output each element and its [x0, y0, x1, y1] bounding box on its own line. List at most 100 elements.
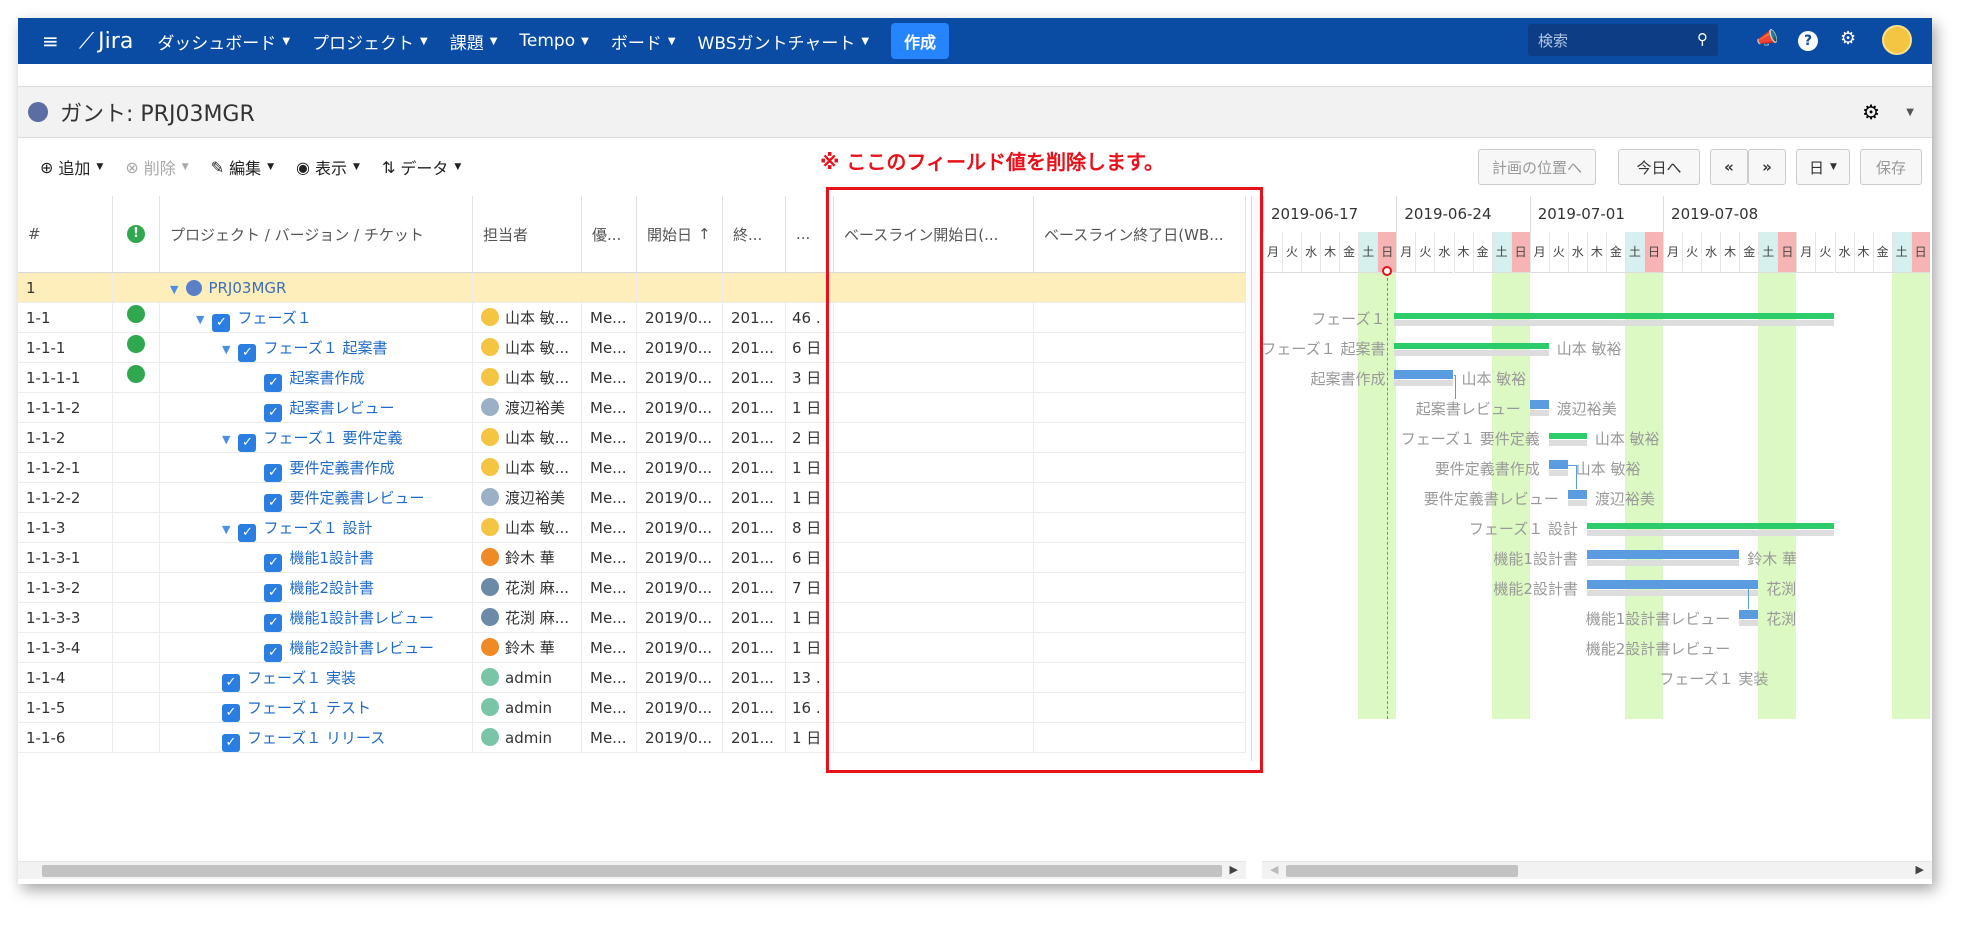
cell-baseline-end[interactable]	[1034, 723, 1246, 753]
cell-tree[interactable]: ▼✓要件定義書レビュー	[160, 483, 473, 513]
cell-tree[interactable]: ▼✓起案書レビュー	[160, 393, 473, 423]
notifications-icon[interactable]: 📣	[1756, 28, 1778, 49]
cell-baseline-start[interactable]	[834, 663, 1034, 693]
cell-baseline-start[interactable]	[834, 423, 1034, 453]
expand-toggle-icon[interactable]: ▼	[196, 305, 204, 333]
expand-toggle-icon[interactable]: ▼	[170, 275, 178, 303]
table-row[interactable]: 1-1-4 ✓ フェーズ１ 実装 admin Me... 2019/0... 201... 1…	[18, 663, 1246, 693]
table-row[interactable]: 1-1-2-1▼✓要件定義書作成山本 敏...Me...2019/0...201…	[18, 453, 1246, 483]
col-header-tree[interactable]: プロジェクト / バージョン / チケット	[160, 196, 473, 273]
page-settings-gear-icon[interactable]: ⚙	[1862, 100, 1880, 124]
table-row[interactable]: 1-1 ▼ ✓ フェーズ１ 山本 敏... Me... 2019/0... 201... 46 …	[18, 303, 1246, 333]
cell-tree[interactable]: ▼ ✓ フェーズ１ 要件定義	[160, 423, 473, 453]
task-checkbox[interactable]: ✓	[264, 554, 283, 572]
cell-baseline-end[interactable]	[1034, 393, 1246, 423]
table-row[interactable]: 1 ▼ PRJ03MGR	[18, 273, 1246, 303]
save-button[interactable]: 保存	[1860, 149, 1922, 185]
cell-baseline-start[interactable]	[834, 633, 1034, 663]
col-header-number[interactable]: #	[18, 196, 113, 273]
col-header-end[interactable]: 終...	[723, 196, 786, 273]
cell-baseline-end[interactable]	[1034, 603, 1246, 633]
cell-tree[interactable]: ▼✓要件定義書作成	[160, 453, 473, 483]
cell-baseline-start[interactable]	[834, 363, 1034, 393]
col-header-assignee[interactable]: 担当者	[473, 196, 582, 273]
cell-baseline-start[interactable]	[834, 333, 1034, 363]
cell-baseline-end[interactable]	[1034, 543, 1246, 573]
grid-horizontal-scrollbar[interactable]: ▶	[18, 861, 1246, 879]
task-bar[interactable]	[1586, 580, 1759, 589]
task-bar[interactable]	[1394, 370, 1454, 379]
task-name-link[interactable]: 起案書作成	[289, 369, 364, 387]
chevron-down-icon[interactable]: ▼	[1906, 107, 1914, 118]
task-checkbox[interactable]: ✓	[264, 614, 283, 632]
settings-gear-icon[interactable]: ⚙	[1840, 28, 1856, 49]
cell-baseline-end[interactable]	[1034, 693, 1246, 723]
table-row[interactable]: 1-1-1 ▼ ✓ フェーズ１ 起案書 山本 敏... Me... 2019/0... 201…	[18, 333, 1246, 363]
cell-baseline-start[interactable]	[834, 453, 1034, 483]
task-bar[interactable]	[1529, 400, 1549, 409]
cell-baseline-start[interactable]	[834, 273, 1034, 303]
search-input[interactable]: 検索 ⚲	[1528, 24, 1718, 56]
nav-issues[interactable]: 課題 ▼	[450, 29, 498, 54]
table-row[interactable]: 1-1-2-2▼✓要件定義書レビュー渡辺裕美Me...2019/0...201.…	[18, 483, 1246, 513]
cell-baseline-end[interactable]	[1034, 573, 1246, 603]
cell-baseline-start[interactable]	[834, 723, 1034, 753]
task-checkbox[interactable]: ✓	[264, 374, 283, 392]
cell-baseline-start[interactable]	[834, 573, 1034, 603]
task-name-link[interactable]: 要件定義書レビュー	[289, 489, 424, 507]
cell-baseline-end[interactable]	[1034, 363, 1246, 393]
task-checkbox[interactable]: ✓	[212, 314, 231, 332]
nav-tempo[interactable]: Tempo ▼	[519, 31, 588, 51]
jira-logo[interactable]: ⟋ Jira	[79, 29, 134, 54]
phase-bar[interactable]	[1394, 313, 1835, 319]
cell-baseline-end[interactable]	[1034, 423, 1246, 453]
task-bar[interactable]	[1567, 490, 1587, 499]
cell-baseline-start[interactable]	[834, 693, 1034, 723]
task-name-link[interactable]: フェーズ１ 起案書	[263, 339, 387, 357]
task-name-link[interactable]: フェーズ１ 要件定義	[263, 429, 402, 447]
table-row[interactable]: 1-1-3-4▼✓機能2設計書レビュー鈴木 華Me...2019/0...201…	[18, 633, 1246, 663]
task-name-link[interactable]: フェーズ１	[237, 309, 311, 327]
table-row[interactable]: 1-1-3-1▼✓機能1設計書鈴木 華Me...2019/0...201...6…	[18, 543, 1246, 573]
table-row[interactable]: 1-1-3-2▼✓機能2設計書花渕 麻...Me...2019/0...201.…	[18, 573, 1246, 603]
nav-dashboard[interactable]: ダッシュボード ▼	[157, 29, 290, 54]
col-header-duration[interactable]: ...	[786, 196, 834, 273]
task-name-link[interactable]: 要件定義書作成	[289, 459, 394, 477]
cell-tree[interactable]: ▼ PRJ03MGR	[160, 273, 473, 303]
cell-tree[interactable]: ▼✓機能1設計書	[160, 543, 473, 573]
col-header-start[interactable]: 開始日 ↑	[637, 196, 723, 273]
cell-baseline-start[interactable]	[834, 393, 1034, 423]
task-checkbox[interactable]: ✓	[222, 704, 240, 722]
data-button[interactable]: ⇅ データ ▼	[382, 155, 461, 179]
task-name-link[interactable]: フェーズ１ テスト	[247, 699, 371, 717]
task-name-link[interactable]: フェーズ１ リリース	[247, 729, 385, 747]
nav-projects[interactable]: プロジェクト ▼	[312, 29, 428, 54]
cell-tree[interactable]: ▼ ✓ フェーズ１	[160, 303, 473, 333]
cell-baseline-start[interactable]	[834, 483, 1034, 513]
view-button[interactable]: ◉ 表示 ▼	[296, 155, 360, 179]
scroll-left-icon[interactable]: ◀	[1270, 863, 1278, 876]
table-row[interactable]: 1-1-3-3▼✓機能1設計書レビュー花渕 麻...Me...2019/0...…	[18, 603, 1246, 633]
cell-baseline-end[interactable]	[1034, 333, 1246, 363]
cell-baseline-end[interactable]	[1034, 453, 1246, 483]
task-checkbox[interactable]: ✓	[264, 644, 283, 662]
cell-tree[interactable]: ▼✓機能2設計書	[160, 573, 473, 603]
next-button[interactable]: »	[1748, 149, 1786, 185]
task-name-link[interactable]: PRJ03MGR	[208, 279, 286, 297]
cell-tree[interactable]: ▼✓機能2設計書レビュー	[160, 633, 473, 663]
cell-baseline-end[interactable]	[1034, 663, 1246, 693]
scroll-thumb[interactable]	[1286, 865, 1518, 877]
pane-splitter[interactable]	[1251, 196, 1262, 761]
scale-select[interactable]: 日 ▼	[1796, 149, 1850, 185]
cell-baseline-end[interactable]	[1034, 483, 1246, 513]
edit-button[interactable]: ✎ 編集 ▼	[211, 155, 274, 179]
today-button[interactable]: 今日へ	[1618, 149, 1700, 185]
expand-toggle-icon[interactable]: ▼	[222, 425, 230, 453]
task-name-link[interactable]: 機能2設計書レビュー	[289, 639, 434, 657]
task-checkbox[interactable]: ✓	[222, 674, 240, 692]
table-row[interactable]: 1-1-6 ✓ フェーズ１ リリース admin Me... 2019/0... 201..…	[18, 723, 1246, 753]
prev-button[interactable]: «	[1710, 149, 1748, 185]
task-checkbox[interactable]: ✓	[238, 344, 257, 362]
app-switcher-icon[interactable]: ≡	[42, 29, 59, 53]
cell-tree[interactable]: ▼ ✓ フェーズ１ 設計	[160, 513, 473, 543]
